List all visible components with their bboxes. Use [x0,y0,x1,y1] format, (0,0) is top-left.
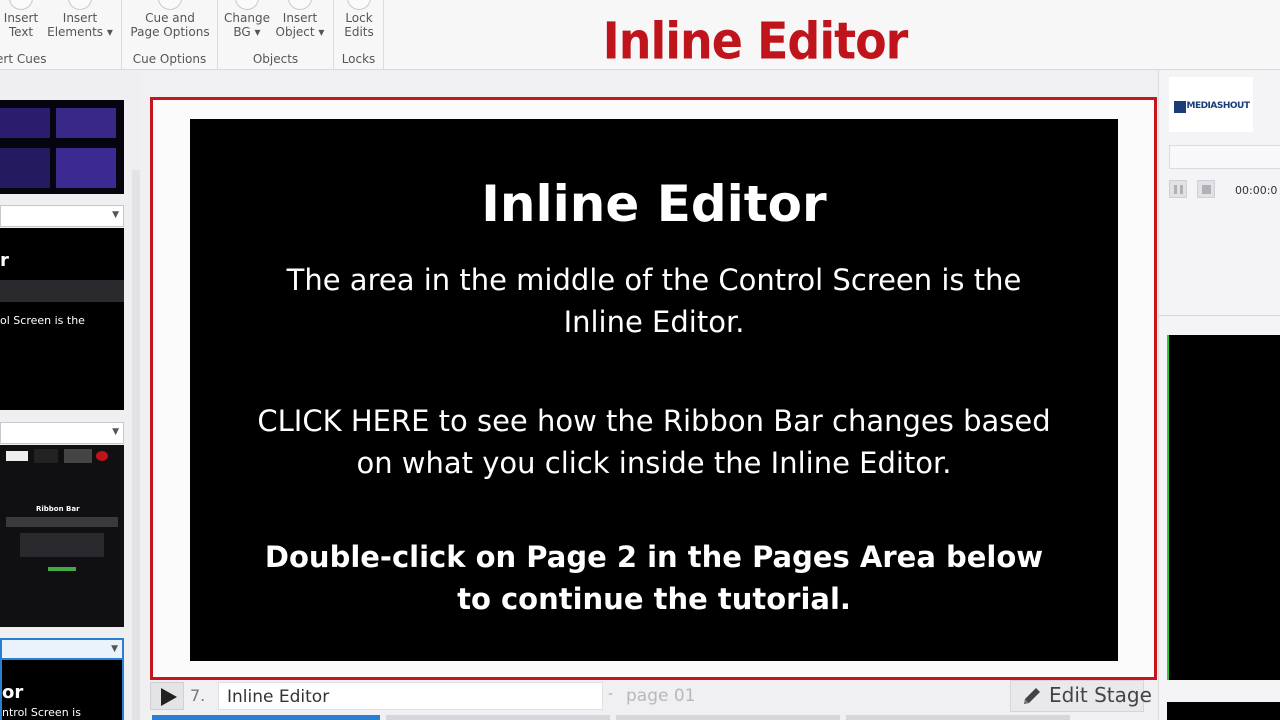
thumbnail-text: ol Screen is the [0,314,85,327]
ribbon-group-label: ert Cues [0,52,47,66]
cue-thumbnail-panel: ▼ r ol Screen is the ▼ Ribbon Bar ▼ or n… [0,70,140,720]
cue-thumbnail-selected[interactable]: or ntrol Screen is [0,660,124,720]
slide-paragraph[interactable]: The area in the middle of the Control Sc… [250,259,1058,343]
edit-stage-label: Edit Stage [1049,683,1152,707]
thumbnail-ribbon-strip [6,517,118,527]
thumbnail-scrollbar[interactable] [132,170,140,720]
ribbon-group-insert-cues: Insert Text Insert Elements ▾ ert Cues [0,0,122,70]
edit-stage-button[interactable]: Edit Stage [1010,680,1152,712]
pause-icon[interactable] [1169,180,1187,198]
thumbnail-ribbon-strip [0,280,124,302]
ribbon-group-objects: Change BG ▾ Insert Object ▾ Objects [218,0,334,70]
thumbnail-block [96,451,108,461]
insert-elements-button[interactable]: Insert Elements ▾ [46,0,114,39]
ribbon-group-label: Cue Options [132,52,207,66]
click-here-paragraph[interactable]: CLICK HERE to see how the Ribbon Bar cha… [250,400,1058,484]
mediashout-logo: MEDIASHOUT [1169,77,1253,132]
cue-header[interactable]: ▼ [0,205,124,227]
thumbnail-title: r [0,250,9,271]
stop-icon[interactable] [1197,180,1215,198]
thumbnail-block [34,449,58,463]
thumbnail-title: or [2,682,24,703]
ribbon-group-label: Objects [252,52,299,66]
cue-thumbnail[interactable]: Ribbon Bar [0,445,124,627]
insert-object-button[interactable]: Insert Object ▾ [274,0,326,39]
thumbnail-title: Ribbon Bar [36,505,80,513]
cue-header[interactable]: ▼ [0,422,124,444]
tutorial-title-banner: Inline Editor [602,11,909,71]
output-panel: MEDIASHOUT 00:00:0 [1158,70,1280,720]
logo-text: MEDIASHOUT [1186,101,1250,111]
chevron-down-icon[interactable]: ▼ [112,427,119,437]
ribbon-group-locks: Lock Edits Locks [334,0,384,70]
cue-header-selected[interactable]: ▼ [0,638,124,660]
page-name-input[interactable]: Inline Editor [218,682,603,710]
thumbnail-image-block [56,148,116,188]
ribbon-bar: Insert Text Insert Elements ▾ ert Cues C… [0,0,1280,71]
playback-progress-bar[interactable] [1169,145,1280,169]
ribbon-group-cue-options: Cue and Page Options Cue Options [122,0,218,70]
cue-page-options-button[interactable]: Cue and Page Options [128,0,212,39]
slide-title[interactable]: Inline Editor [190,175,1118,233]
pages-area-tabs [150,712,1157,720]
page-number: 7. [190,686,206,705]
divider [1159,315,1280,316]
page-tab[interactable] [846,715,1070,720]
thumbnail-image-block [0,148,50,188]
instruction-paragraph[interactable]: Double-click on Page 2 in the Pages Area… [250,536,1058,620]
chevron-down-icon[interactable]: ▼ [112,210,119,220]
secondary-output-preview[interactable] [1167,702,1280,720]
page-tab[interactable] [152,715,380,720]
live-output-preview[interactable] [1167,335,1280,680]
chevron-down-icon[interactable]: ▼ [111,644,118,654]
thumbnail-image-block [56,108,116,138]
thumbnail-block [6,451,28,461]
thumbnail-link [48,567,76,571]
insert-text-button[interactable]: Insert Text [0,0,42,39]
thumbnail-text-block [20,533,104,557]
thumbnail-image-block [0,108,50,138]
page-bar: 7. Inline Editor - page 01 Edit Stage [150,680,1157,712]
timecode: 00:00:0 [1235,184,1278,197]
change-bg-button[interactable]: Change BG ▾ [222,0,272,39]
ribbon-group-label: Locks [341,52,376,66]
cue-thumbnail[interactable]: r ol Screen is the [0,228,124,410]
page-id-input[interactable]: page 01 [620,682,1000,710]
page-tab[interactable] [386,715,610,720]
cue-thumbnail[interactable] [0,100,124,194]
page-tab[interactable] [616,715,840,720]
separator: - [608,686,614,702]
inline-editor-slide[interactable]: Inline Editor The area in the middle of … [190,119,1118,661]
lock-edits-button[interactable]: Lock Edits [338,0,380,39]
pencil-icon [1024,688,1040,704]
play-button[interactable] [150,682,184,710]
inline-editor-frame: Inline Editor The area in the middle of … [150,97,1157,680]
thumbnail-block [64,449,92,463]
thumbnail-text: ntrol Screen is [2,706,81,719]
